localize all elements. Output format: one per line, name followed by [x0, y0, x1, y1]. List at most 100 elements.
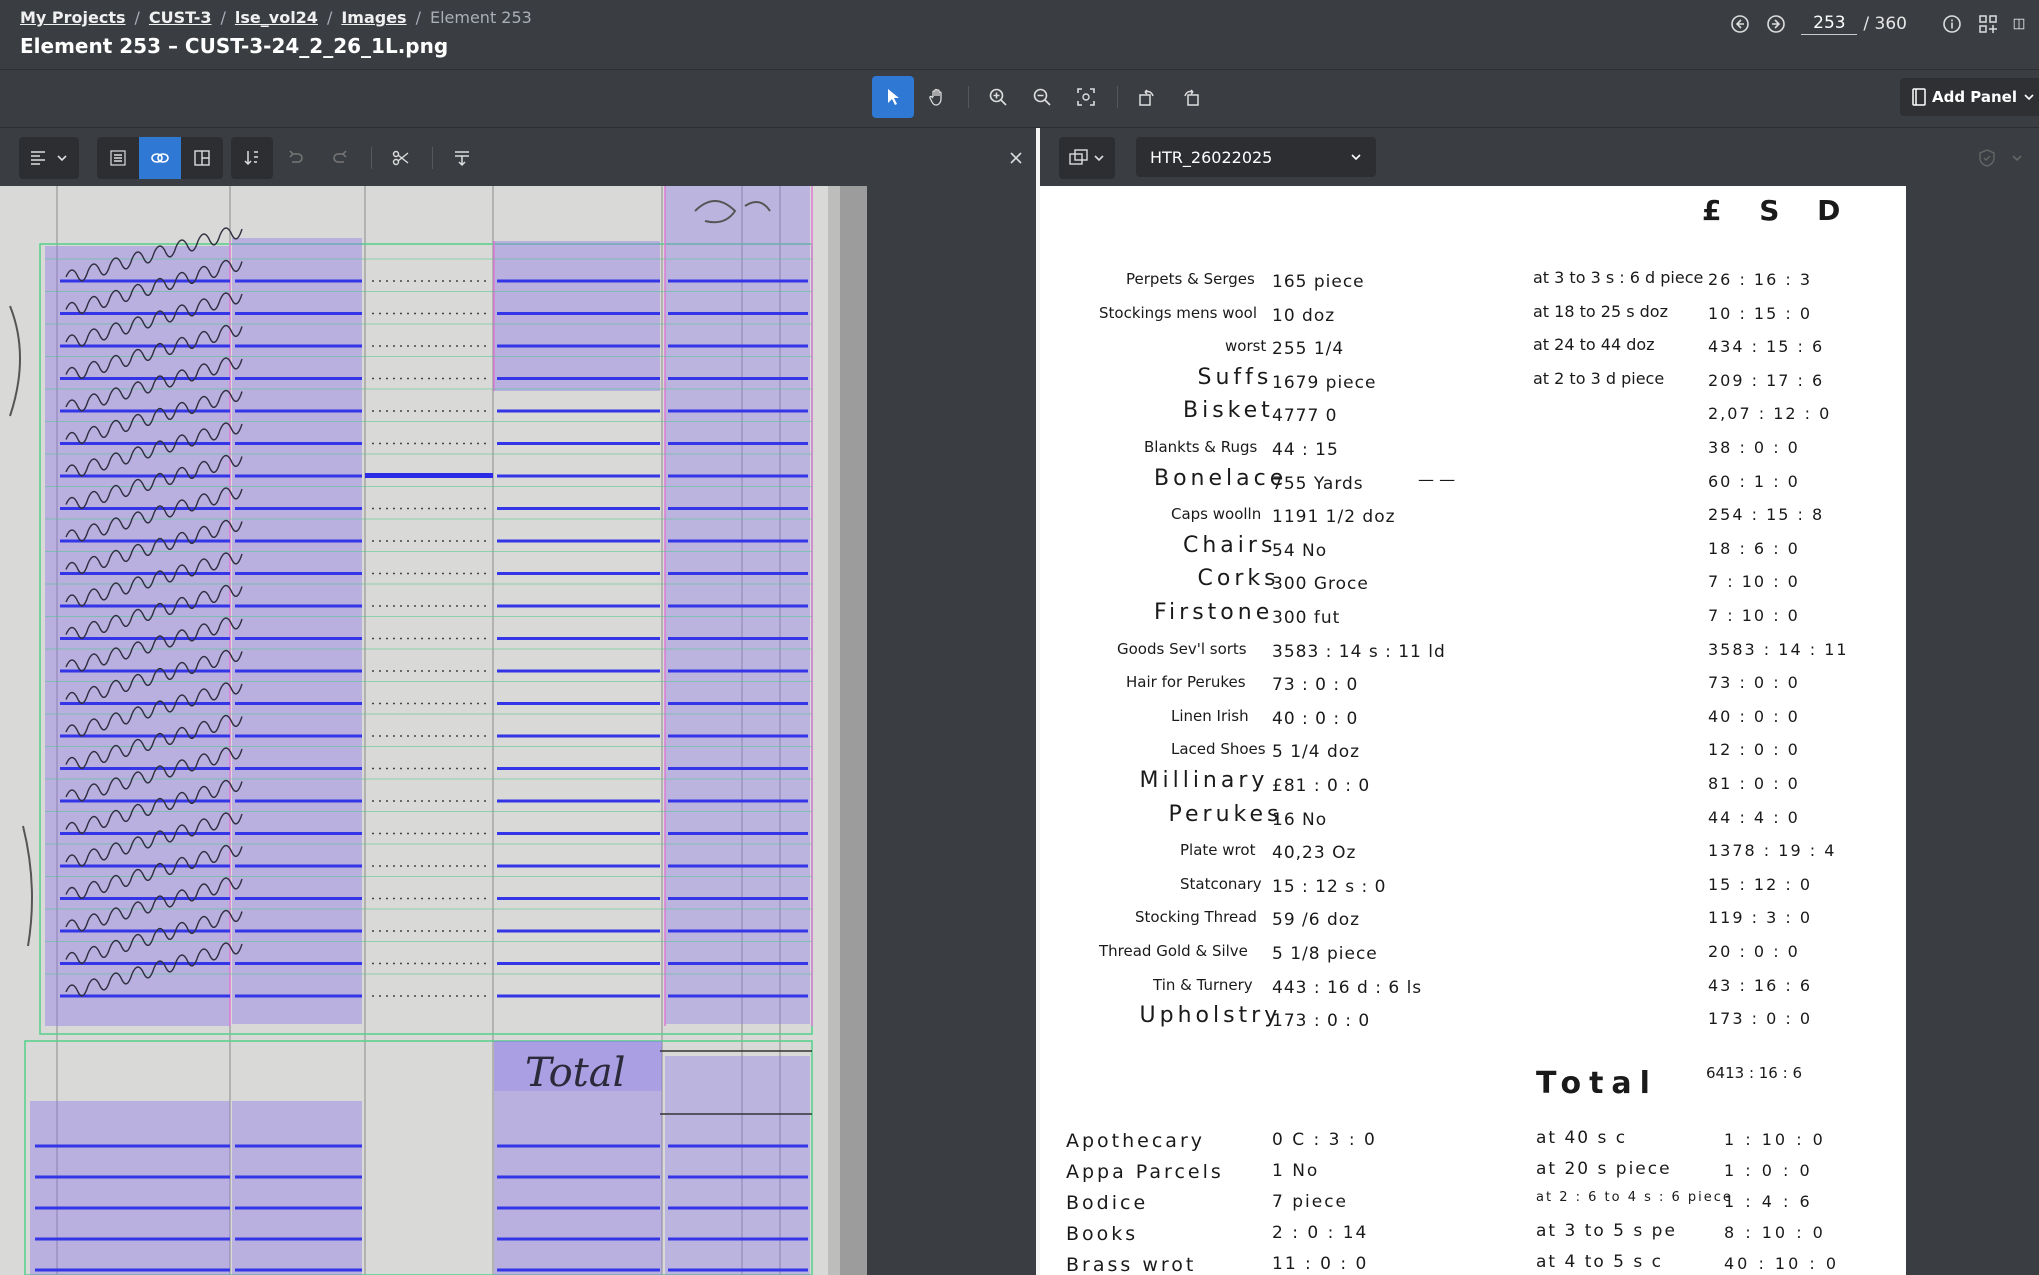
transcription-quantity: 1679 piece [1272, 372, 1377, 393]
breadcrumb-images[interactable]: Images [341, 8, 406, 27]
zoom-out-button[interactable] [1021, 76, 1063, 118]
model-select[interactable]: HTR_26022025 [1136, 137, 1376, 177]
transcription-quantity: 255 1/4 [1272, 339, 1345, 360]
text-lines-button[interactable] [97, 137, 139, 179]
redo-icon [333, 150, 347, 163]
transcription-value: 434 : 15 : 6 [1708, 337, 1825, 357]
scanned-ledger-page[interactable]: Total [0, 186, 867, 1275]
transcription-quantity: 10 doz [1272, 305, 1336, 326]
rotate-left-icon [1139, 89, 1154, 106]
transcription-item: Hair for Perukes [1126, 673, 1246, 692]
transcription-quantity: 54 No [1272, 540, 1328, 561]
page-navigator: / 360 [1729, 12, 2025, 35]
transcription-item: Suffs [1197, 364, 1273, 390]
transcription-value: 7 : 10 : 0 [1708, 606, 1800, 625]
transcription-quantity: 755 Yards [1272, 473, 1364, 494]
close-panel-button[interactable] [995, 137, 1037, 179]
transcription-quantity: 5 1/4 doz [1272, 742, 1361, 763]
image-viewer[interactable]: Total [0, 186, 1036, 1275]
transcription-rate: at 2 to 3 d piece [1533, 368, 1665, 388]
transcription-item: Apothecary [1066, 1130, 1206, 1152]
transcription-item: Goods Sev'l sorts [1117, 639, 1247, 658]
transcription-value: 8 : 10 : 0 [1724, 1223, 1826, 1242]
more-options-dropdown[interactable] [2002, 137, 2032, 179]
previous-page-icon[interactable] [1729, 13, 1751, 35]
rotate-left-button[interactable] [1126, 76, 1168, 118]
columns-icon [194, 150, 210, 166]
chevron-down-icon [57, 155, 67, 162]
transcription-value: 20 : 0 : 0 [1708, 942, 1800, 961]
fit-to-screen-button[interactable] [1065, 76, 1107, 118]
transcription-item: Stockings mens wool [1099, 303, 1258, 322]
link-regions-button[interactable] [139, 137, 181, 179]
transcription-rate: at 3 to 5 s pe [1536, 1221, 1677, 1241]
transcription-value: 10 : 15 : 0 [1708, 303, 1813, 323]
add-panel-button[interactable]: Add Panel [1899, 78, 2039, 116]
transcription-quantity: 40 : 0 : 0 [1272, 708, 1359, 729]
zoom-out-icon [1033, 88, 1051, 106]
lsd-header: £ S D [1702, 194, 1855, 227]
breadcrumb-my-projects[interactable]: My Projects [20, 8, 126, 27]
transcription-rate: — — [1418, 469, 1456, 489]
transcription-item: Stocking Thread [1135, 908, 1257, 927]
redo-button[interactable] [319, 137, 361, 179]
next-page-icon[interactable] [1765, 13, 1787, 35]
layout-grid-icon[interactable] [1977, 13, 1999, 35]
transcription-item: Linen Irish [1171, 706, 1249, 725]
add-panel-icon [1912, 88, 1926, 106]
undo-button[interactable] [275, 137, 317, 179]
zoom-in-button[interactable] [977, 76, 1019, 118]
transcription-rate: at 40 s c [1536, 1128, 1628, 1148]
info-icon[interactable] [1941, 13, 1963, 35]
transcription-total-label: Total [1536, 1066, 1658, 1101]
transcription-value: 1 : 4 : 6 [1724, 1192, 1813, 1211]
transcription-value: 173 : 0 : 0 [1708, 1009, 1813, 1029]
transcription-quantity: 16 No [1272, 809, 1328, 830]
merge-button[interactable] [441, 137, 483, 179]
transcription-item: Bodice [1066, 1192, 1149, 1214]
transcription-value: 26 : 16 : 3 [1708, 270, 1813, 289]
breadcrumb: My Projects / CUST-3/lse_vol24/Images / Elem… [20, 8, 532, 27]
merge-icon [455, 151, 469, 167]
selected-baseline[interactable] [365, 473, 493, 478]
transcription-quantity: 443 : 16 d : 6 ls [1272, 977, 1423, 998]
transcription-item: Bonelace [1154, 465, 1288, 491]
transcription-item: Perpets & Serges [1126, 270, 1255, 288]
transcription-page[interactable]: £ S D Perpets & Serges 165 piece at 3 to 3… [1040, 186, 1906, 1275]
ledger-annotation-overlay: Total [0, 186, 867, 1275]
pan-tool-button[interactable] [916, 76, 958, 118]
rotate-right-icon [1184, 89, 1199, 106]
transcription-value: 18 : 6 : 0 [1708, 538, 1800, 558]
ledger-total-word: Total [525, 1050, 625, 1096]
columns-layout-button[interactable] [181, 137, 223, 179]
transcription-quantity: 15 : 12 s : 0 [1272, 876, 1387, 897]
layout-split-icon[interactable] [2013, 13, 2025, 35]
transcription-quantity: 73 : 0 : 0 [1272, 675, 1359, 696]
close-icon [1010, 152, 1022, 164]
transcription-value: 1 : 10 : 0 [1724, 1130, 1826, 1149]
align-dropdown-button[interactable] [19, 137, 79, 179]
rotate-right-button[interactable] [1170, 76, 1212, 118]
view-mode-dropdown-button[interactable] [1059, 137, 1115, 179]
reading-order-button[interactable] [231, 137, 273, 179]
cut-button[interactable] [380, 137, 422, 179]
zoom-in-icon [989, 88, 1007, 106]
transcription-quantity: 40,23 Oz [1272, 843, 1357, 864]
hand-icon [929, 88, 942, 106]
transcription-quantity: 1191 1/2 doz [1272, 507, 1396, 528]
toolbar-divider [432, 147, 433, 169]
select-tool-button[interactable] [872, 76, 914, 118]
page-number-input[interactable] [1801, 12, 1858, 35]
transcription-value: 119 : 3 : 0 [1708, 908, 1813, 928]
text-lines-icon [110, 150, 126, 166]
shield-check-icon [1979, 149, 1995, 167]
breadcrumb-volume[interactable]: lse_vol24 [235, 8, 318, 27]
breadcrumb-cust-3[interactable]: CUST-3 [149, 8, 212, 27]
transcription-quantity: 165 piece [1272, 272, 1365, 292]
transcription-quantity: 59 /6 doz [1272, 910, 1361, 931]
transcription-value: 2,07 : 12 : 0 [1708, 404, 1832, 424]
transcription-value: 40 : 0 : 0 [1708, 706, 1800, 726]
toolbar-divider [1117, 86, 1118, 108]
transcription-quantity: £81 : 0 : 0 [1272, 776, 1371, 796]
transcription-value: 7 : 10 : 0 [1708, 572, 1800, 592]
